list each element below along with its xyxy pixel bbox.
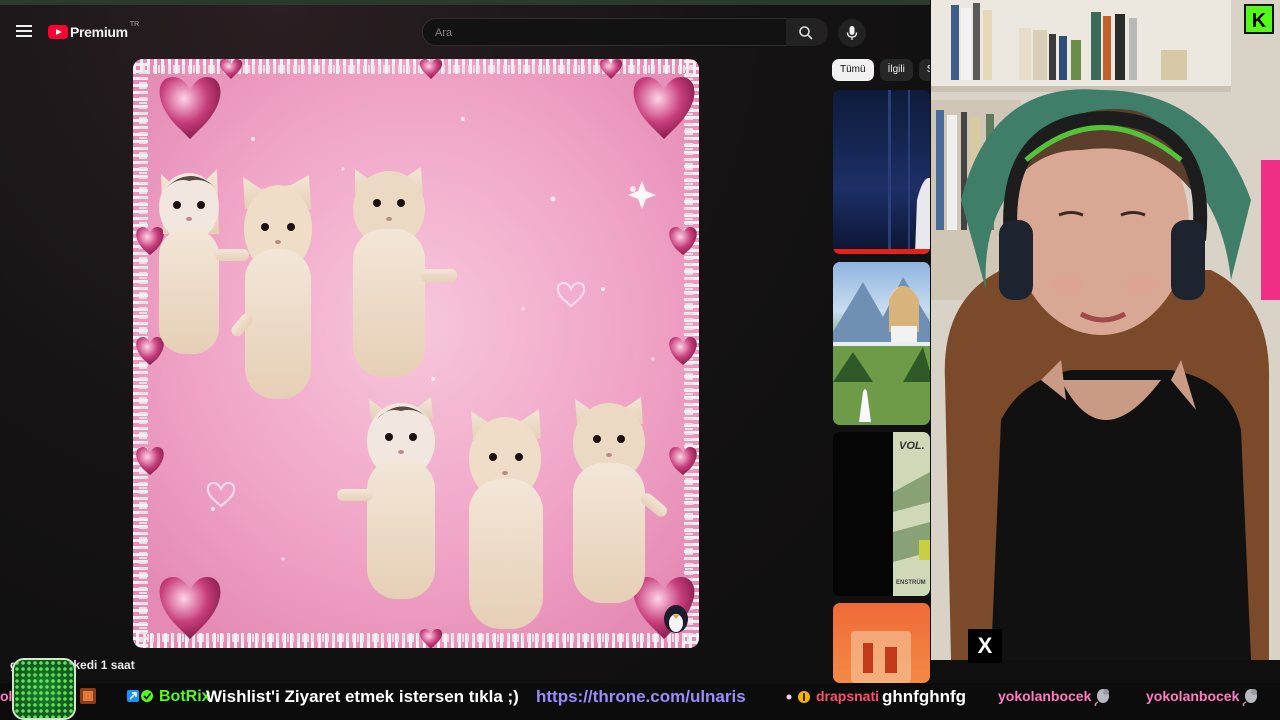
chip-all[interactable]: Tümü	[832, 59, 874, 81]
logo-text: Premium	[70, 24, 128, 40]
chip-more[interactable]: S	[918, 59, 930, 81]
bot-name: BotRix	[159, 688, 211, 705]
related-filter-chips: Tümü İlgili S	[832, 59, 930, 81]
chat-username: yokolanbocek	[1146, 688, 1240, 704]
rat-emote-icon	[1094, 683, 1114, 720]
video-player[interactable]	[133, 59, 699, 648]
chat-ticker-bar: olanbocek BotRix Wishlist'i Ziyaret etme…	[0, 683, 1280, 720]
bot-message: Wishlist'i Ziyaret etmek istersen tıkla …	[206, 687, 519, 706]
dancing-cats-video-frame	[133, 59, 699, 648]
green-emote-sticker	[12, 658, 76, 720]
search-input[interactable]	[433, 19, 777, 47]
related-video-thumbnail[interactable]	[833, 603, 930, 683]
voice-search-button[interactable]	[838, 19, 866, 47]
webcam-feed	[931, 0, 1280, 660]
menu-icon[interactable]	[16, 25, 32, 37]
chip-related[interactable]: İlgili	[879, 59, 913, 81]
thumbnail-image	[833, 90, 930, 254]
throne-link[interactable]: https://throne.com/ulnaris	[536, 683, 746, 720]
penguin-sticker	[664, 605, 688, 633]
related-video-thumbnail[interactable]: VOL. ENSTRÜM	[833, 432, 930, 596]
microphone-icon	[846, 26, 858, 40]
user-badge-icons	[784, 683, 814, 720]
rat-emote-icon	[1242, 683, 1262, 720]
thumbnail-image	[851, 631, 911, 683]
logo-country: TR	[129, 20, 140, 28]
album-subtitle: ENSTRÜM	[896, 580, 926, 586]
search-icon	[799, 26, 813, 40]
related-video-thumbnail[interactable]	[833, 90, 930, 254]
cat-group-bottom	[337, 397, 667, 629]
youtube-masthead: Premium TR	[0, 5, 930, 57]
streamer-webcam-image	[931, 0, 1280, 660]
bot-badge-icons	[126, 683, 154, 720]
search-button[interactable]	[786, 18, 828, 46]
album-vol-label: VOL.	[899, 440, 925, 452]
chat-sticker-icon	[79, 683, 97, 720]
chat-message: ghnfghnfg	[882, 687, 967, 706]
youtube-play-icon	[48, 25, 68, 39]
chat-username: drapsnati	[816, 688, 880, 704]
thumbnail-image	[893, 472, 930, 562]
browser-window: Premium TR Ara Tümü İlgili VOL. ENSTRÜM …	[0, 0, 930, 683]
chat-username: yokolanbocek	[998, 688, 1092, 704]
thumbnail-image	[833, 277, 930, 425]
x-logo-icon: X	[968, 629, 1002, 663]
related-video-thumbnail[interactable]	[833, 262, 930, 425]
youtube-logo[interactable]: Premium TR	[48, 20, 140, 42]
kick-logo-icon: K	[1244, 4, 1274, 34]
search-box	[422, 18, 788, 47]
